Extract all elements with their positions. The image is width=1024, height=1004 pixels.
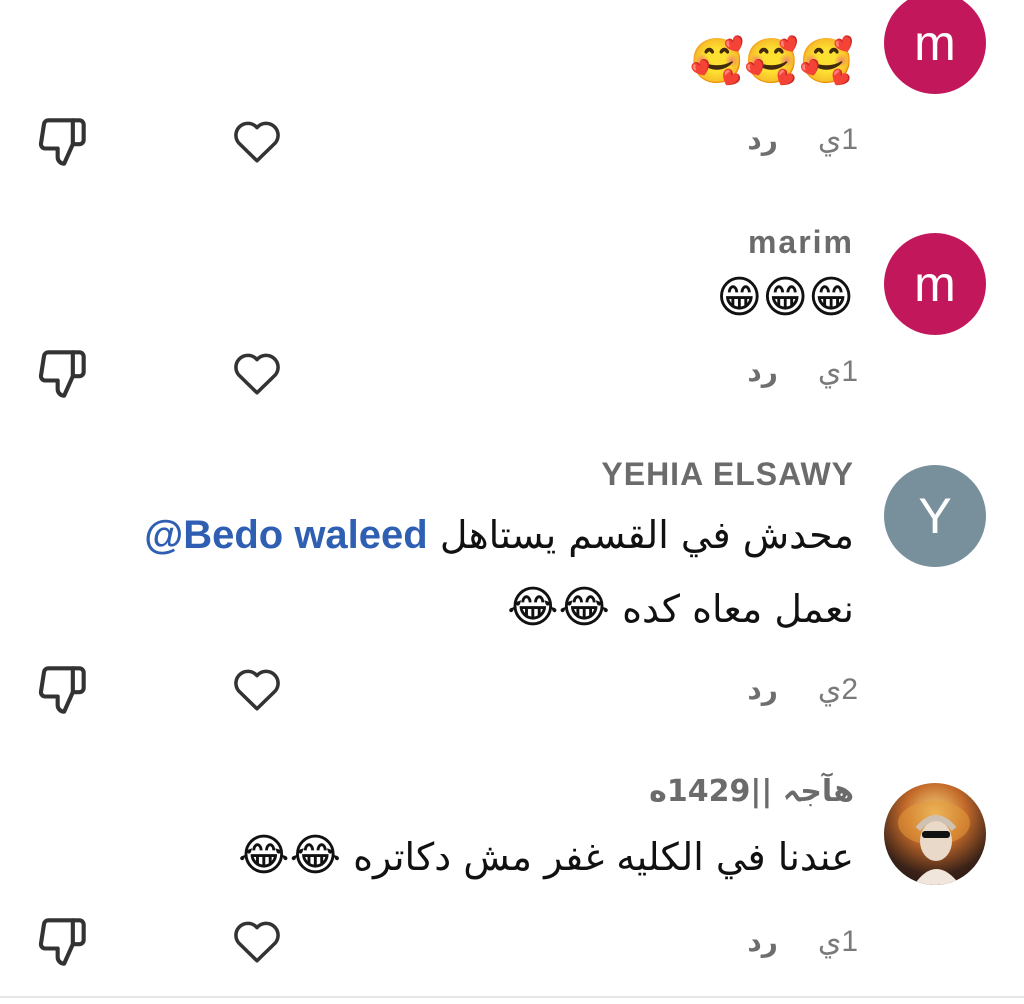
- comment-actions: 1ي رد: [0, 344, 1024, 404]
- comment-actions: 1ي رد: [0, 912, 1024, 972]
- heart-icon[interactable]: [232, 666, 282, 712]
- emoji-group: 😂😂: [238, 830, 341, 881]
- avatar-letter: m: [914, 256, 956, 312]
- comment-meta: 1ي رد: [747, 122, 858, 157]
- comment-meta: 1ي رد: [747, 924, 858, 959]
- reply-button[interactable]: رد: [747, 673, 778, 706]
- avatar[interactable]: Y: [884, 465, 986, 567]
- heart-icon[interactable]: [232, 350, 282, 396]
- comment-actions: 1ي رد: [0, 112, 1024, 172]
- heart-icon[interactable]: [232, 918, 282, 964]
- comment-text: 😁😁😁: [716, 268, 854, 329]
- emoji-group: 🥰🥰🥰: [689, 36, 854, 87]
- comment-text-body: عندنا في الكليه غفر مش دكاتره: [353, 835, 854, 879]
- comment-text-continued: نعمل معاه كده 😂😂: [507, 578, 854, 639]
- avatar[interactable]: m: [884, 233, 986, 335]
- timestamp: 1ي: [817, 123, 858, 156]
- avatar-letter: Y: [918, 488, 952, 544]
- comment-text: 🥰🥰🥰: [690, 32, 854, 93]
- comment-author[interactable]: YEHIA ELSAWY: [601, 456, 854, 493]
- user-mention-link[interactable]: @Bedo waleed: [144, 513, 428, 557]
- timestamp: 2ي: [817, 673, 858, 706]
- emoji-group: 😁😁😁: [716, 272, 854, 323]
- thumbs-down-icon[interactable]: [36, 916, 88, 968]
- comment-text-line-2: نعمل معاه كده: [622, 587, 854, 631]
- timestamp: 1ي: [817, 925, 858, 958]
- avatar[interactable]: m: [884, 0, 986, 94]
- comment-text: محدش في القسم يستاهل @Bedo waleed: [144, 505, 854, 565]
- thumbs-down-icon[interactable]: [36, 664, 88, 716]
- comment-text-line-1: محدش في القسم يستاهل: [439, 513, 854, 557]
- comment-meta: 1ي رد: [747, 354, 858, 389]
- reply-button[interactable]: رد: [747, 355, 778, 388]
- avatar-image: [898, 801, 970, 885]
- comment-text: عندنا في الكليه غفر مش دكاتره 😂😂: [238, 826, 854, 887]
- heart-icon[interactable]: [232, 118, 282, 164]
- divider: [0, 996, 1024, 998]
- thumbs-down-icon[interactable]: [36, 348, 88, 400]
- comment-author[interactable]: هآجہ ||1429ه: [649, 774, 854, 809]
- timestamp: 1ي: [817, 355, 858, 388]
- avatar-photo[interactable]: [884, 783, 986, 885]
- reply-button[interactable]: رد: [747, 123, 778, 156]
- comment-author[interactable]: marim: [748, 224, 854, 261]
- emoji-group: 😂😂: [507, 582, 610, 633]
- avatar-letter: m: [914, 15, 956, 71]
- thumbs-down-icon[interactable]: [36, 116, 88, 168]
- reply-button[interactable]: رد: [747, 925, 778, 958]
- comment-meta: 2ي رد: [747, 672, 858, 707]
- comment-actions: 2ي رد: [0, 660, 1024, 720]
